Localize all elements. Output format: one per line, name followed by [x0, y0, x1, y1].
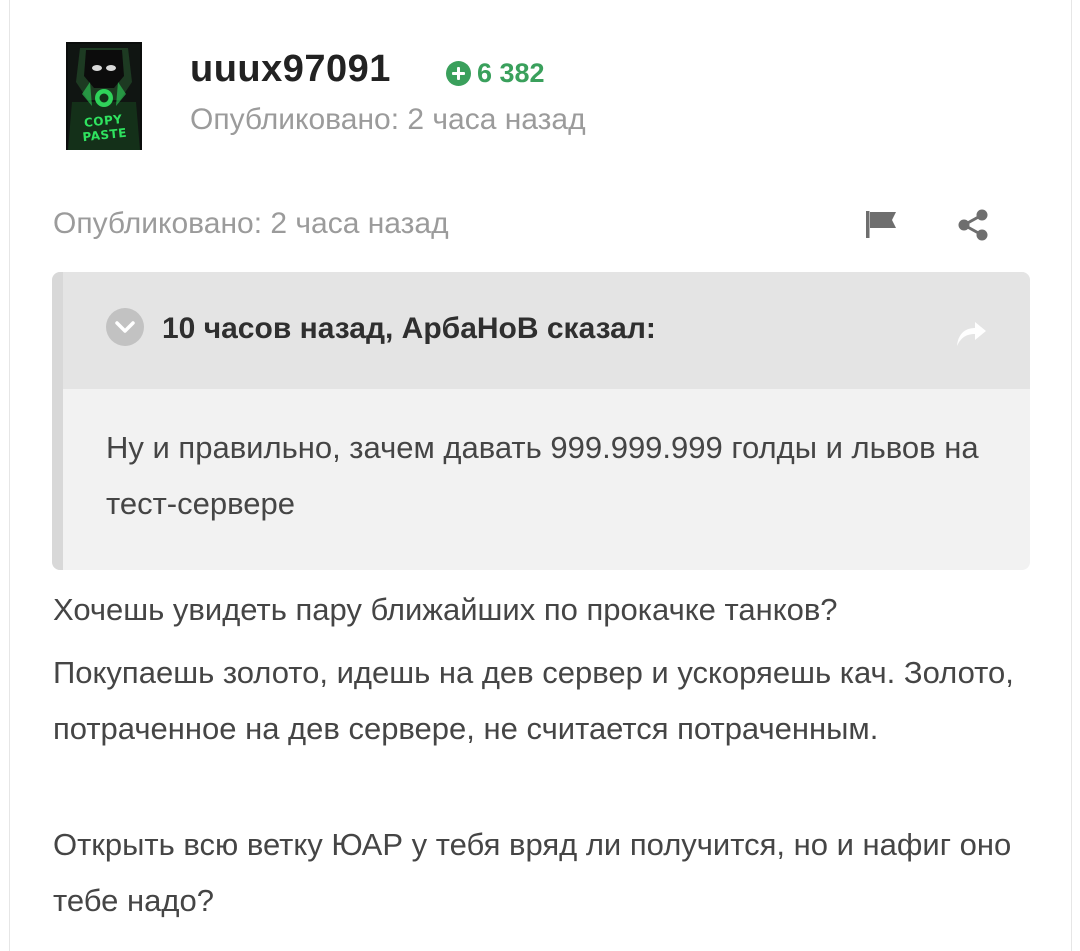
chevron-down-icon[interactable] — [106, 308, 144, 346]
post-paragraph: Покупаешь золото, идешь на дев сервер и … — [53, 655, 1014, 746]
share-icon[interactable] — [956, 208, 990, 242]
reply-arrow-icon[interactable] — [953, 318, 989, 350]
quote-text: Ну и правильно, зачем давать 999.999.999… — [106, 430, 979, 521]
post-paragraph: Открыть всю ветку ЮАР у тебя вряд ли пол… — [53, 827, 1012, 918]
quote-accent-bar — [52, 272, 63, 570]
post-paragraph: Хочешь увидеть пару ближайших по прокачк… — [53, 592, 838, 627]
author-name[interactable]: uuux97091 — [190, 44, 391, 94]
reputation-count: 6 382 — [477, 57, 545, 88]
plus-icon — [446, 60, 471, 86]
avatar[interactable]: COPY PASTE — [66, 42, 142, 150]
quote-citation[interactable]: 10 часов назад, АрбаНоВ сказал: — [162, 308, 656, 350]
post-published-date: Опубликовано: 2 часа назад — [53, 207, 449, 240]
frame-right-border — [1071, 0, 1072, 951]
author-published-date: Опубликовано: 2 часа назад — [190, 103, 586, 136]
frame-left-border — [9, 0, 10, 951]
flag-icon[interactable] — [862, 208, 900, 240]
reputation-badge: 6 382 — [446, 58, 545, 88]
